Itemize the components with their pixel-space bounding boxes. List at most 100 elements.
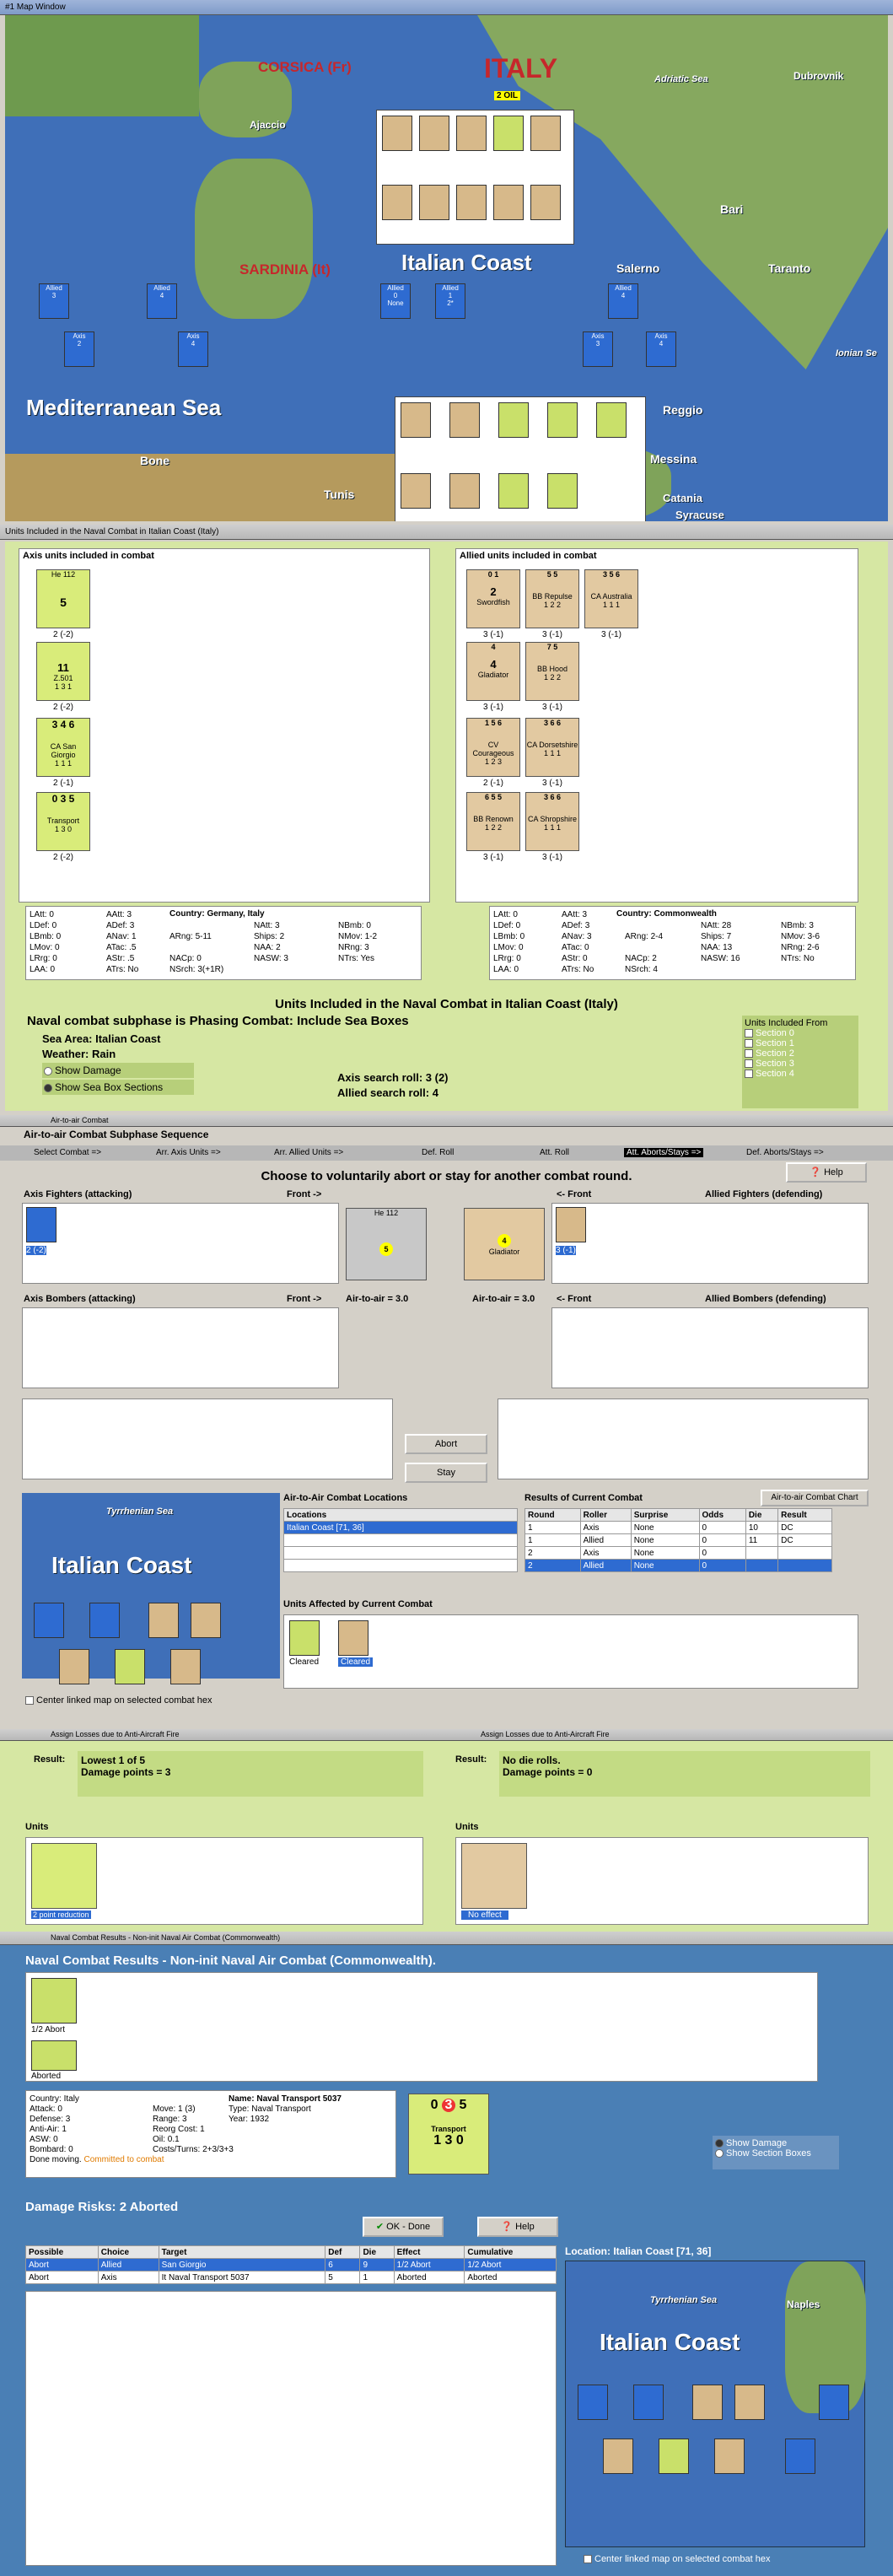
counter-ca[interactable] [456,116,487,151]
unit-san-giorgio-res[interactable] [31,1978,77,2024]
mini-counter-5[interactable] [170,1649,201,1684]
allied-sea-box-5[interactable]: Allied 4 [608,283,638,319]
counter-allied-3[interactable] [401,473,431,509]
table-row-selected[interactable]: Abort Allied San Giorgio 6 9 1/2 Abort 1/2 Abo… [25,2258,557,2272]
mini-allied-box-1[interactable] [34,1603,64,1638]
counter-cv[interactable] [382,185,412,220]
unit-ca-dorsetshire[interactable]: 3 6 6 CA Dorsetshire 1 1 1 3 (-1) [525,718,579,788]
mini-counter-4[interactable] [115,1649,145,1684]
combat-chart-button[interactable]: Air-to-air Combat Chart [761,1490,869,1506]
table-row[interactable]: 1 Allied None 0 11 DC [525,1533,832,1547]
mini-counter[interactable] [692,2385,723,2420]
he112-large-counter[interactable]: He 112 5 [346,1208,427,1280]
unit-ca-san-giorgio[interactable]: 3 4 6 CA San Giorgio 1 1 1 2 (-1) [36,718,90,788]
counter-bb-2[interactable] [401,402,431,438]
unit-swordfish[interactable]: 0 1 2 Swordfish 3 (-1) [466,569,520,639]
mini-counter-4[interactable] [659,2439,689,2474]
axis-aborts-box[interactable] [22,1398,393,1479]
unit-ca-australia[interactable]: 3 5 6 CA Australia 1 1 1 3 (-1) [584,569,638,639]
counter-transport[interactable] [498,473,529,509]
section-3[interactable]: Section 3 [745,1059,856,1069]
allied-fighters-box[interactable]: 3 (-1) [551,1203,869,1284]
counter-allied-4[interactable] [449,473,480,509]
unit-stack-popup-top[interactable] [376,110,574,245]
section-2[interactable]: Section 2 [745,1048,856,1059]
results-mini-map[interactable]: Tyrrhenian Sea Naples Italian Coast [565,2261,866,2547]
allied-sea-box-3[interactable]: Allied 0 None [380,283,411,319]
table-row[interactable]: Abort Axis It Naval Transport 5037 5 1 Aborte… [25,2271,557,2284]
counter-gabbiano[interactable] [596,402,627,438]
counter-axis-2[interactable] [498,402,529,438]
show-sections-option[interactable]: Show Section Boxes [715,2148,837,2158]
axis-fighters-box[interactable]: 2 (-2) [22,1203,339,1284]
mini-axis-box[interactable] [785,2439,815,2474]
section-4[interactable]: Section 4 [745,1069,856,1079]
unit-z501[interactable]: 11 Z.501 1 3 1 2 (-2) [36,642,90,712]
ok-done-button[interactable]: ✔ OK - Done [363,2217,444,2237]
counter-swordfish[interactable] [419,116,449,151]
axis-bombers-box[interactable] [22,1307,339,1388]
section-0[interactable]: Section 0 [745,1028,856,1038]
table-row[interactable]: 2 Axis None 0 [525,1546,832,1560]
mini-counter-3[interactable] [603,2439,633,2474]
help-button-2[interactable]: ❓ Help [477,2217,558,2237]
allied-sea-box-4[interactable]: Allied 1 2* [435,283,465,319]
counter-ca-australia[interactable] [530,116,561,151]
mini-counter[interactable] [148,1603,179,1638]
axis-sea-box-4[interactable]: Axis 4 [646,331,676,367]
show-sea-box-option[interactable]: Show Sea Box Sections [42,1080,194,1095]
show-damage-option-2[interactable]: Show Damage [715,2138,837,2148]
allied-aborts-box[interactable] [498,1398,869,1479]
table-row-selected[interactable]: 2 Allied None 0 [525,1559,832,1572]
map-area[interactable]: CORSICA (Fr) ITALY SARDINIA (It) Italian… [5,15,888,521]
unit-cv-courageous[interactable]: 1 5 6 CV Courageous 1 2 3 2 (-1) [466,718,520,788]
counter-gladiator-small[interactable] [556,1207,586,1242]
table-row[interactable]: 1 Axis None 0 10 DC [525,1521,832,1534]
unit-transport[interactable]: 0 3 5 Transport 1 3 0 2 (-2) [36,792,90,862]
mini-counter-5[interactable] [714,2439,745,2474]
mini-allied-box-1[interactable] [578,2385,608,2420]
counter-ca-shropshire[interactable] [530,185,561,220]
counter-z501[interactable] [547,402,578,438]
unit-gabbiano[interactable] [31,1843,97,1909]
axis-sea-box-3[interactable]: Axis 3 [583,331,613,367]
counter-ca-dorsetshire[interactable] [493,185,524,220]
mini-allied-box-2[interactable] [633,2385,664,2420]
counter-he112-small[interactable] [26,1207,56,1242]
counter-he112[interactable] [547,473,578,509]
unit-bb-renown[interactable]: 6 5 5 BB Renown 1 2 2 3 (-1) [466,792,520,862]
allied-sea-box-1[interactable]: Allied 3 [39,283,69,319]
counter-bb-renown[interactable] [456,185,487,220]
affected-swordfish[interactable] [338,1620,368,1656]
unit-stack-popup-bottom[interactable] [395,396,646,521]
abort-button[interactable]: Abort [405,1434,487,1454]
counter-bb[interactable] [382,116,412,151]
center-linked-option[interactable]: Center linked map on selected combat hex [25,1695,212,1706]
center-linked-option-2[interactable]: Center linked map on selected combat hex [584,2554,771,2564]
allied-sea-box-2[interactable]: Allied 4 [147,283,177,319]
gladiator-large-counter[interactable]: 4 Gladiator [464,1208,545,1280]
mini-counter-3[interactable] [59,1649,89,1684]
location-row-empty[interactable] [283,1546,518,1560]
location-row[interactable]: Italian Coast [71, 36] [283,1521,518,1534]
counter-bb-hood[interactable] [419,185,449,220]
axis-sea-box-1[interactable]: Axis 2 [64,331,94,367]
mini-map[interactable]: Tyrrhenian Sea Italian Coast [22,1493,280,1684]
unit-bb-hood[interactable]: 7 5 BB Hood 1 2 2 3 (-1) [525,642,579,712]
counter-ca-san-giorgio[interactable] [493,116,524,151]
mini-counter-2[interactable] [734,2385,765,2420]
unit-swordfish-loss[interactable] [461,1843,527,1909]
stay-button[interactable]: Stay [405,1463,487,1483]
mini-counter-2[interactable] [191,1603,221,1638]
unit-he112[interactable]: He 112 5 2 (-2) [36,569,90,639]
show-damage-option[interactable]: Show Damage [42,1063,194,1078]
unit-ca-shropshire[interactable]: 3 6 6 CA Shropshire 1 1 1 3 (-1) [525,792,579,862]
unit-bb-repulse[interactable]: 5 5 BB Repulse 1 2 2 3 (-1) [525,569,579,639]
allied-bombers-box[interactable] [551,1307,869,1388]
axis-sea-box-2[interactable]: Axis 4 [178,331,208,367]
mini-allied-box-3[interactable] [819,2385,849,2420]
transport-large-counter[interactable]: 0 3 5 Transport 1 3 0 [408,2094,489,2175]
section-1[interactable]: Section 1 [745,1038,856,1048]
mini-allied-box-2[interactable] [89,1603,120,1638]
location-row-empty[interactable] [283,1533,518,1547]
